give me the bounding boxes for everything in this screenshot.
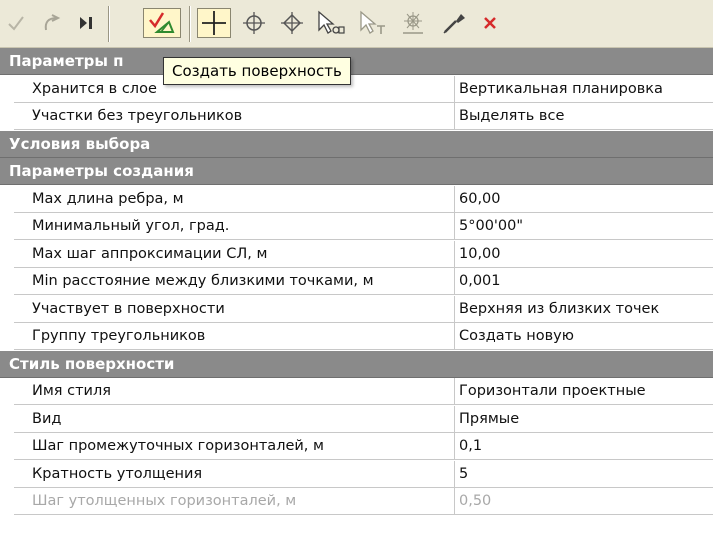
property-value[interactable]: Создать новую	[459, 328, 574, 344]
point-target-icon[interactable]	[396, 8, 430, 38]
column-divider	[454, 296, 455, 323]
property-row[interactable]: Шаг промежуточных горизонталей, м 0,1	[0, 433, 713, 460]
property-name: Участки без треугольников	[32, 108, 243, 124]
property-name: Имя стиля	[32, 383, 111, 399]
property-value[interactable]: 0,001	[459, 273, 501, 289]
toolbar-separator	[189, 6, 191, 42]
column-divider	[454, 323, 455, 350]
property-row[interactable]: Группу треугольников Создать новую	[0, 323, 713, 350]
property-row[interactable]: Max шаг аппроксимации СЛ, м 10,00	[0, 241, 713, 268]
row-gutter	[0, 323, 14, 350]
row-gutter	[0, 433, 14, 460]
row-gutter	[0, 268, 14, 295]
row-gutter	[0, 378, 14, 405]
row-gutter	[0, 186, 14, 213]
close-x-icon[interactable]	[476, 8, 504, 38]
section-title: Стиль поверхности	[9, 355, 175, 373]
property-value[interactable]: Верхняя из близких точек	[459, 301, 659, 317]
property-row[interactable]: Min расстояние между близкими точками, м…	[0, 268, 713, 295]
property-name: Вид	[32, 411, 62, 427]
eyedropper-icon[interactable]	[437, 8, 471, 38]
tooltip: Создать поверхность	[163, 57, 351, 85]
column-divider	[454, 406, 455, 433]
text-pointer-icon[interactable]	[355, 8, 389, 38]
property-name: Кратность утолщения	[32, 466, 203, 482]
property-row[interactable]: Имя стиля Горизонтали проектные	[0, 378, 713, 405]
column-divider	[454, 268, 455, 295]
create-surface-icon[interactable]	[143, 8, 181, 38]
column-divider	[454, 76, 455, 103]
property-row[interactable]: Хранится в слое Вертикальная планировка	[0, 76, 713, 103]
crosshair-icon[interactable]	[197, 8, 231, 38]
row-gutter	[0, 461, 14, 488]
section-header[interactable]: Параметры создания	[0, 158, 713, 185]
property-value[interactable]: 5	[459, 466, 468, 482]
check-icon[interactable]	[4, 8, 28, 38]
section-title: Условия выбора	[9, 135, 151, 153]
property-row[interactable]: Кратность утолщения 5	[0, 461, 713, 488]
property-name: Минимальный угол, град.	[32, 218, 230, 234]
property-value[interactable]: Выделять все	[459, 108, 564, 124]
column-divider	[454, 103, 455, 130]
property-row[interactable]: Вид Прямые	[0, 406, 713, 433]
row-gutter	[0, 76, 14, 103]
section-title: Параметры создания	[9, 162, 194, 180]
property-name: Хранится в слое	[32, 81, 157, 97]
property-value[interactable]: Прямые	[459, 411, 519, 427]
toolbar-separator	[108, 6, 110, 42]
property-name: Участвует в поверхности	[32, 301, 225, 317]
property-grid: Параметры п Хранится в слое Вертикальная п…	[0, 48, 713, 533]
property-row[interactable]: Шаг утолщенных горизонталей, м 0,50	[0, 488, 713, 515]
property-value[interactable]: 5°00'00"	[459, 218, 523, 234]
property-value[interactable]: Горизонтали проектные	[459, 383, 646, 399]
row-gutter	[0, 296, 14, 323]
column-divider	[454, 488, 455, 515]
property-value[interactable]: Вертикальная планировка	[459, 81, 663, 97]
row-gutter	[0, 241, 14, 268]
column-divider	[454, 241, 455, 268]
column-divider	[454, 461, 455, 488]
circle-cross-icon[interactable]	[239, 8, 269, 38]
property-row[interactable]: Участки без треугольников Выделять все	[0, 103, 713, 130]
column-divider	[454, 433, 455, 460]
toolbar	[0, 0, 713, 48]
property-name: Max длина ребра, м	[32, 191, 184, 207]
property-name: Шаг промежуточных горизонталей, м	[32, 438, 324, 454]
property-name: Max шаг аппроксимации СЛ, м	[32, 246, 268, 262]
section-header[interactable]: Параметры п	[0, 48, 713, 75]
section-header[interactable]: Условия выбора	[0, 131, 713, 158]
property-value[interactable]: 0,1	[459, 438, 482, 454]
property-value[interactable]: 60,00	[459, 191, 501, 207]
property-row[interactable]: Минимальный угол, град. 5°00'00"	[0, 213, 713, 240]
column-divider	[454, 213, 455, 240]
property-row[interactable]: Max длина ребра, м 60,00	[0, 186, 713, 213]
property-name: Шаг утолщенных горизонталей, м	[32, 493, 297, 509]
row-gutter	[0, 213, 14, 240]
row-gutter	[0, 406, 14, 433]
section-title: Параметры п	[9, 52, 124, 70]
select-pointer-icon[interactable]	[313, 8, 347, 38]
section-header[interactable]: Стиль поверхности	[0, 351, 713, 378]
property-name: Группу треугольников	[32, 328, 206, 344]
row-gutter	[0, 103, 14, 130]
property-value[interactable]: 0,50	[459, 493, 491, 509]
column-divider	[454, 186, 455, 213]
property-row[interactable]: Участвует в поверхности Верхняя из близки…	[0, 296, 713, 323]
row-gutter	[0, 488, 14, 515]
diamond-cross-icon[interactable]	[277, 8, 307, 38]
property-name: Min расстояние между близкими точками, м	[32, 273, 374, 289]
property-value[interactable]: 10,00	[459, 246, 501, 262]
column-divider	[454, 378, 455, 405]
undo-icon[interactable]	[36, 8, 64, 38]
step-to-end-icon[interactable]	[72, 8, 100, 38]
